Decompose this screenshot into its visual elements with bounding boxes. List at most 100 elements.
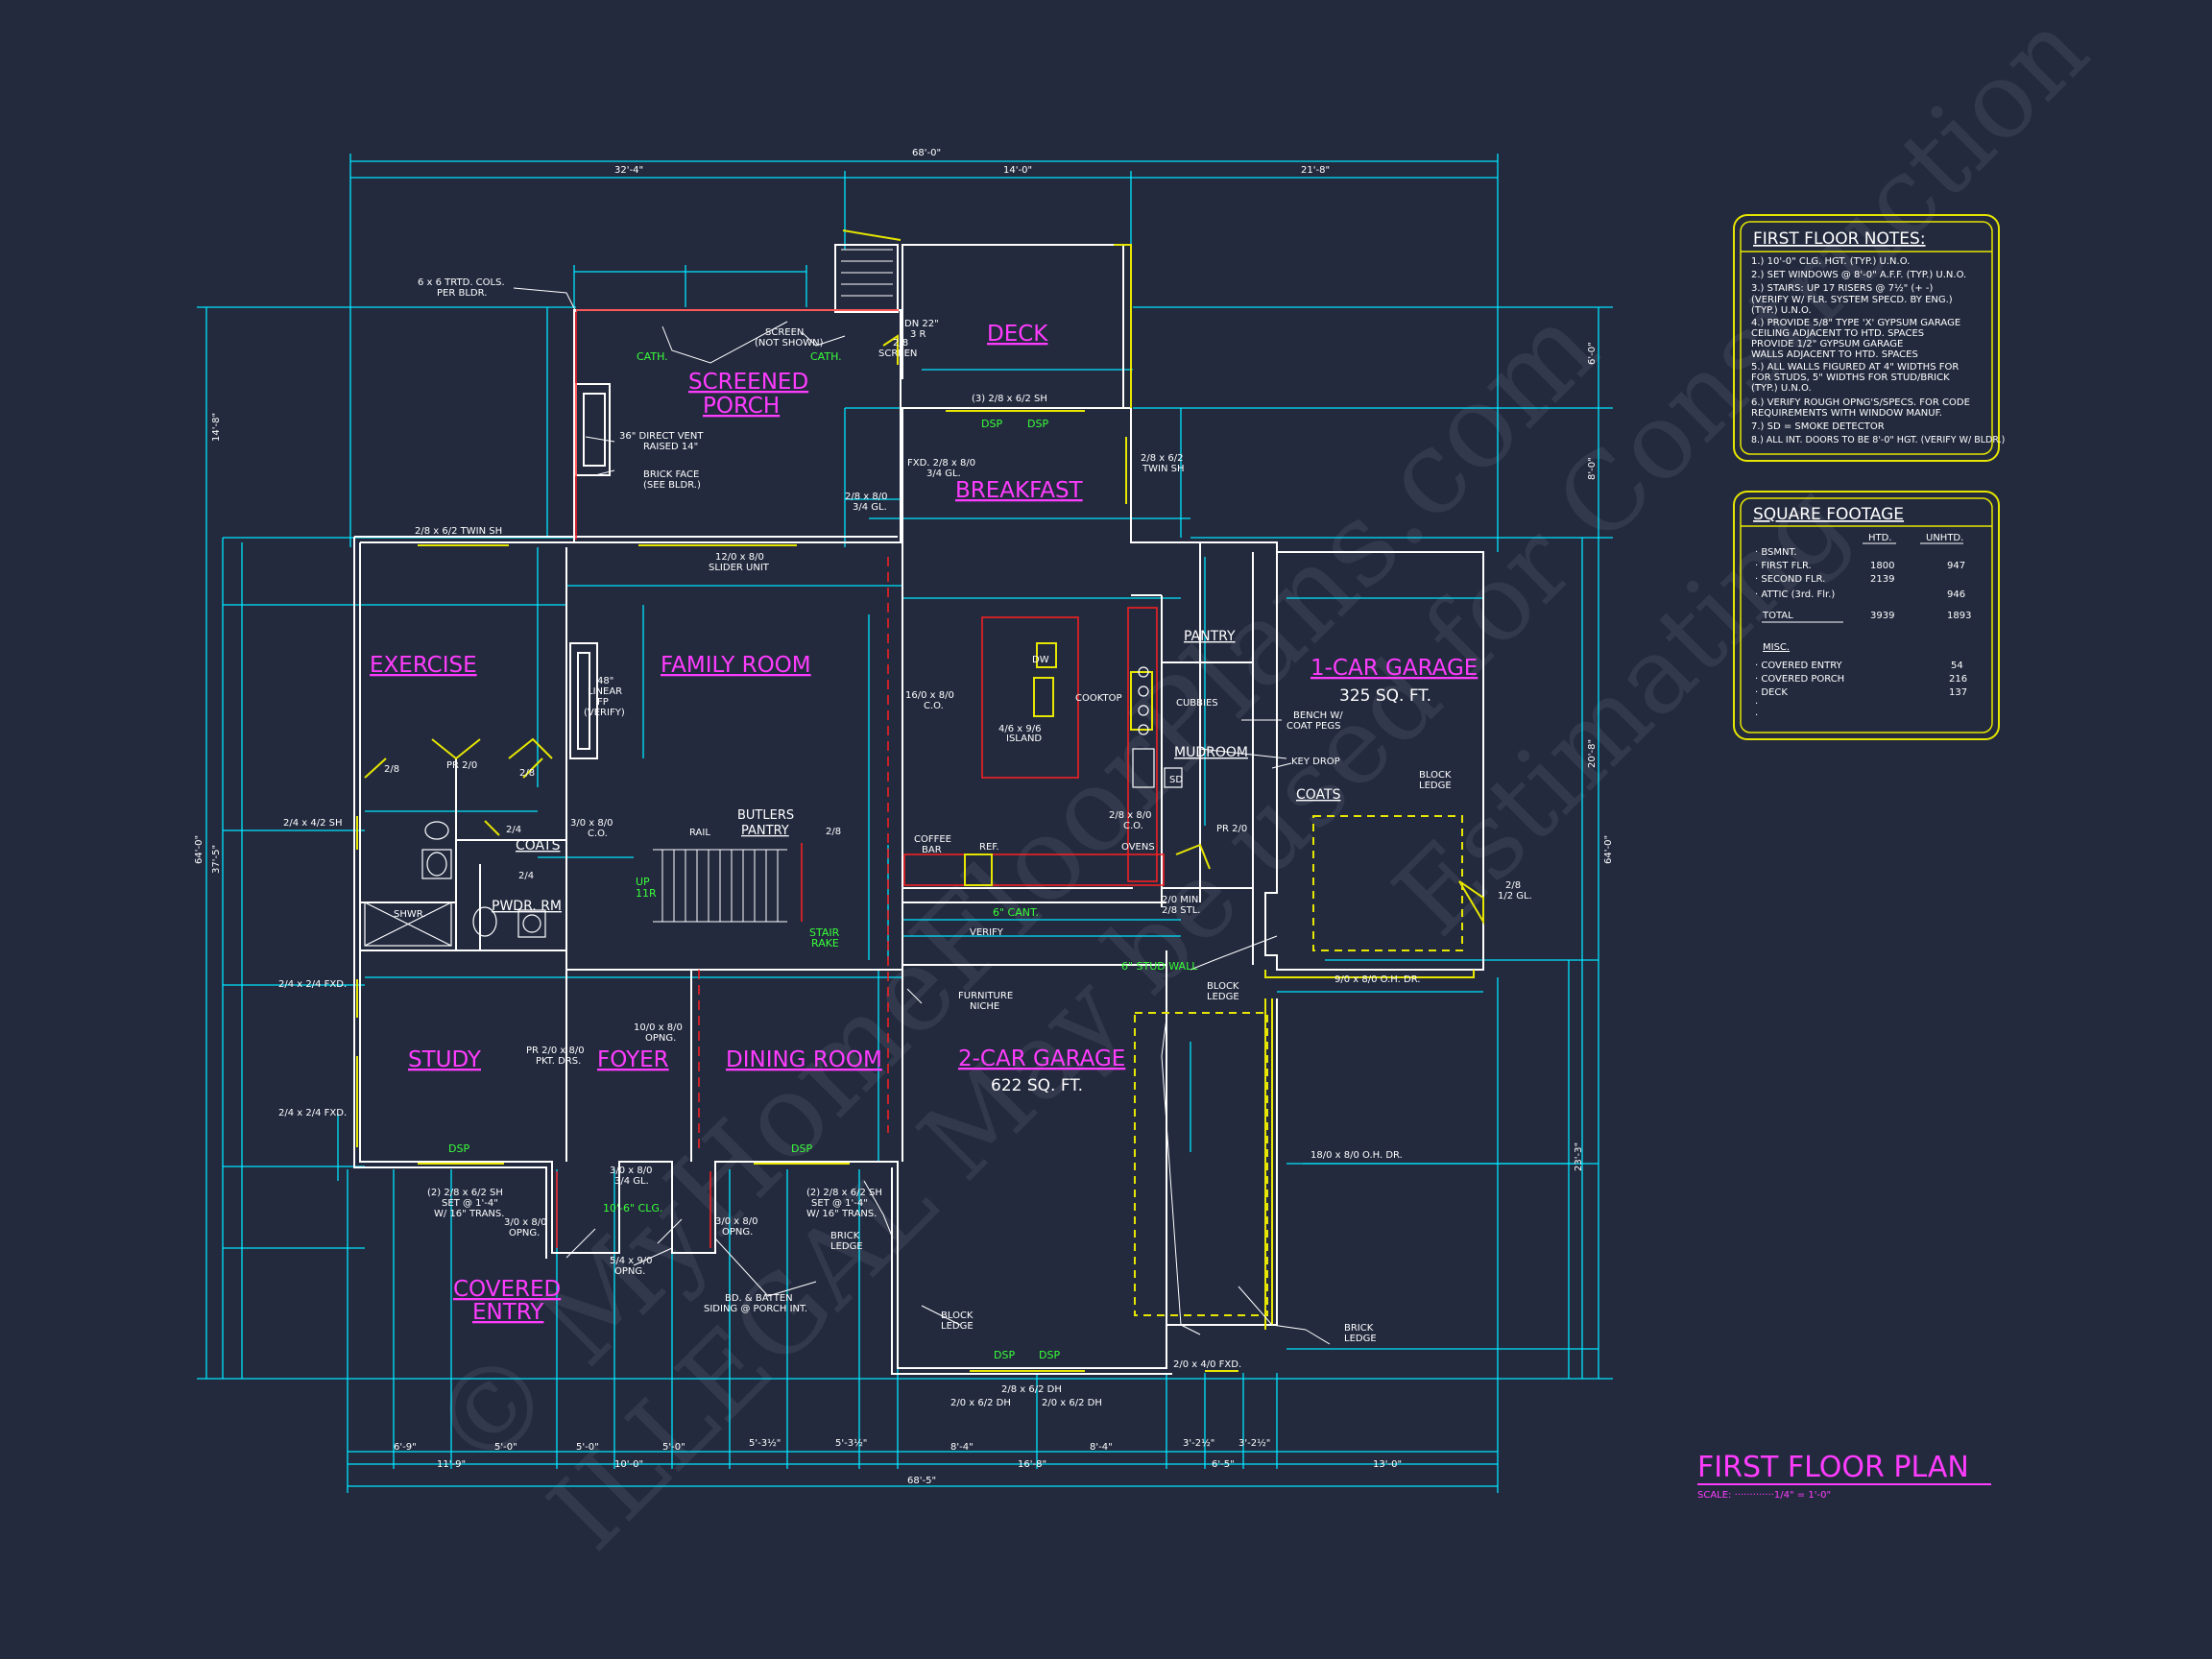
dim-bottom-i: 5'-0": [662, 1442, 685, 1453]
note-vent: 36" DIRECT VENT: [619, 431, 704, 442]
note-dsp-5: DSP: [994, 1349, 1015, 1361]
note-sh26-3: W/ 16" TRANS.: [434, 1209, 504, 1219]
note-batten: BD. & BATTEN: [725, 1293, 793, 1304]
note-sh26b-1: (2) 2/8 x 6/2 SH: [806, 1188, 882, 1198]
dim-right-a: 20'-8": [1587, 739, 1598, 768]
sqft-misc-1-label: · COVERED ENTRY: [1755, 661, 1843, 671]
dim-left-a: 37'-5": [211, 845, 222, 874]
sqft-col-unhtd: UNHTD.: [1926, 533, 1963, 543]
note-dsp-2: DSP: [1027, 418, 1048, 430]
note-dsp-6: DSP: [1039, 1349, 1060, 1361]
notes-line-6: 4.) PROVIDE 5/8" TYPE 'X' GYPSUM GARAGE: [1751, 318, 1960, 328]
dim-bottom-d: 6'-5": [1212, 1459, 1235, 1470]
note-dsp-4: DSP: [791, 1142, 812, 1155]
notes-line-16: 8.) ALL INT. DOORS TO BE 8'-0" HGT. (VER…: [1751, 435, 2005, 445]
floor-plan-sheet: © MyHomeFloorPlans.com ILLEGAL May be us…: [0, 0, 2212, 1659]
note-door28d: 2/8: [519, 768, 535, 779]
sqft-misc-3-val: 137: [1949, 687, 1967, 698]
note-screen: SCREEN: [765, 327, 804, 338]
notes-line-1: 1.) 10'-0" CLG. HGT. (TYP.) U.N.O.: [1751, 256, 1910, 267]
room-study: STUDY: [408, 1047, 482, 1072]
note-dh1: 2/8 x 6/2 DH: [1001, 1384, 1062, 1395]
dim-bottom-l: 8'-4": [950, 1442, 974, 1453]
garage1-sqft: 325 SQ. FT.: [1339, 686, 1431, 706]
note-bk-window: 2/8 x 6/2: [1141, 453, 1183, 464]
dim-left-b: 14'-8": [211, 413, 222, 442]
note-sh24: 2/4 x 4/2 SH: [283, 818, 343, 829]
dim-top-total: 68'-0": [912, 148, 941, 158]
note-fxd24b: 2/4 x 2/4 FXD.: [278, 1108, 347, 1118]
note-cath-1: CATH.: [637, 350, 668, 363]
note-coffee-2: BAR: [922, 845, 942, 855]
room-covered-entry-2: ENTRY: [472, 1300, 544, 1325]
notes-box: FIRST FLOOR NOTES: 1.) 10'-0" CLG. HGT. …: [1733, 214, 2005, 462]
sqft-row-2-unhtd: 947: [1947, 561, 1965, 571]
note-opng30d: OPNG.: [722, 1227, 753, 1238]
note-block-ledge-2: LEDGE: [1419, 781, 1452, 791]
notes-line-13: 6.) VERIFY ROUGH OPNG'S/SPECS. FOR CODE: [1751, 397, 1970, 408]
sqft-title: SQUARE FOOTAGE: [1753, 505, 1904, 524]
note-brick-ledge: BRICK: [830, 1231, 860, 1241]
room-coats-hall: COATS: [516, 838, 561, 854]
note-deck-window: (3) 2/8 x 6/2 SH: [972, 394, 1047, 404]
sqft-row-2-label: · FIRST FLR.: [1755, 561, 1812, 571]
note-ref: REF.: [979, 842, 999, 853]
room-garage2: 2-CAR GARAGE: [958, 1046, 1125, 1071]
room-exercise: EXERCISE: [370, 653, 477, 678]
dim-bottom-g: 5'-0": [494, 1442, 517, 1453]
note-bench: BENCH W/: [1293, 710, 1343, 721]
notes-line-11: FOR STUDS, 5" WIDTHS FOR STUD/BRICK: [1751, 373, 1950, 383]
note-min-2: 2/8 STL.: [1162, 905, 1200, 916]
note-niche-2: NICHE: [970, 1001, 999, 1012]
note-niche: FURNITURE: [958, 991, 1013, 1001]
note-twin-sh: 2/8 x 6/2 TWIN SH: [415, 526, 502, 537]
note-sd: SD: [1169, 775, 1183, 785]
notes-line-9: WALLS ADJACENT TO HTD. SPACES: [1751, 349, 1918, 360]
note-ohdr1: 9/0 x 8/0 O.H. DR.: [1334, 974, 1420, 985]
note-block-ledge-4: LEDGE: [1207, 992, 1239, 1002]
note-keydrop: KEY DROP: [1291, 757, 1340, 767]
room-garage1: 1-CAR GARAGE: [1310, 656, 1478, 681]
dim-bottom-o: 3'-2½": [1238, 1437, 1270, 1449]
note-screen-door-2: SCREEN: [878, 349, 917, 359]
note-door28e: 2/8: [826, 827, 841, 837]
note-opng2: OPNG.: [645, 1033, 676, 1044]
note-sh26b-2: SET @ 1'-4": [811, 1198, 868, 1209]
note-brick-ledge-3: BRICK: [1344, 1323, 1374, 1334]
note-dsp-3: DSP: [448, 1142, 469, 1155]
sqft-misc-3-label: · DECK: [1755, 687, 1788, 698]
room-screened-porch-1: SCREENED: [688, 370, 808, 395]
sqft-row-2-htd: 1800: [1870, 561, 1894, 571]
note-fxd24: 2/4 x 2/4 FXD.: [278, 979, 347, 990]
sqft-misc-1-val: 54: [1951, 661, 1963, 671]
note-dh2: 2/0 x 6/2 DH: [950, 1398, 1011, 1408]
note-co: 16/0 x 8/0: [905, 690, 954, 701]
dim-top-c: 21'-8": [1301, 165, 1330, 176]
dim-bottom-m: 8'-4": [1090, 1442, 1113, 1453]
sheet-title-main: FIRST FLOOR PLAN: [1697, 1451, 1969, 1484]
note-linear-3: FP: [597, 697, 609, 708]
note-linear-4: (VERIFY): [584, 708, 625, 718]
note-co28: 2/8 x 8/0: [1109, 810, 1151, 821]
sqft-misc-5-label: ·: [1755, 710, 1758, 721]
note-cols: 6 x 6 TRTD. COLS.: [418, 277, 505, 288]
note-brickface: BRICK FACE: [643, 469, 699, 480]
sqft-total-htd: 3939: [1870, 611, 1894, 621]
note-cols-2: PER BLDR.: [437, 288, 487, 299]
note-pr-mud: PR 2/0: [1216, 824, 1247, 834]
notes-line-5: (TYP.) U.N.O.: [1751, 305, 1812, 316]
sheet-title: FIRST FLOOR PLAN SCALE: ·············1/4…: [1697, 1451, 1991, 1501]
dim-right-d: 8'-0": [1587, 457, 1598, 480]
note-opng30-2: OPNG.: [509, 1228, 540, 1238]
note-coffee: COFFEE: [914, 834, 951, 845]
dim-bottom-b: 10'-0": [614, 1459, 643, 1470]
dim-top-b: 14'-0": [1003, 165, 1032, 176]
note-fxd: FXD. 2/8 x 8/0: [907, 458, 975, 469]
note-pr-exercise: PR 2/0: [446, 760, 477, 771]
note-brickface-2: (SEE BLDR.): [643, 480, 701, 491]
sqft-row-4-unhtd: 946: [1947, 589, 1965, 600]
note-cath-2: CATH.: [810, 350, 842, 363]
sqft-misc: MISC.: [1763, 642, 1790, 653]
room-family: FAMILY ROOM: [661, 653, 811, 678]
sqft-total-unhtd: 1893: [1947, 611, 1971, 621]
